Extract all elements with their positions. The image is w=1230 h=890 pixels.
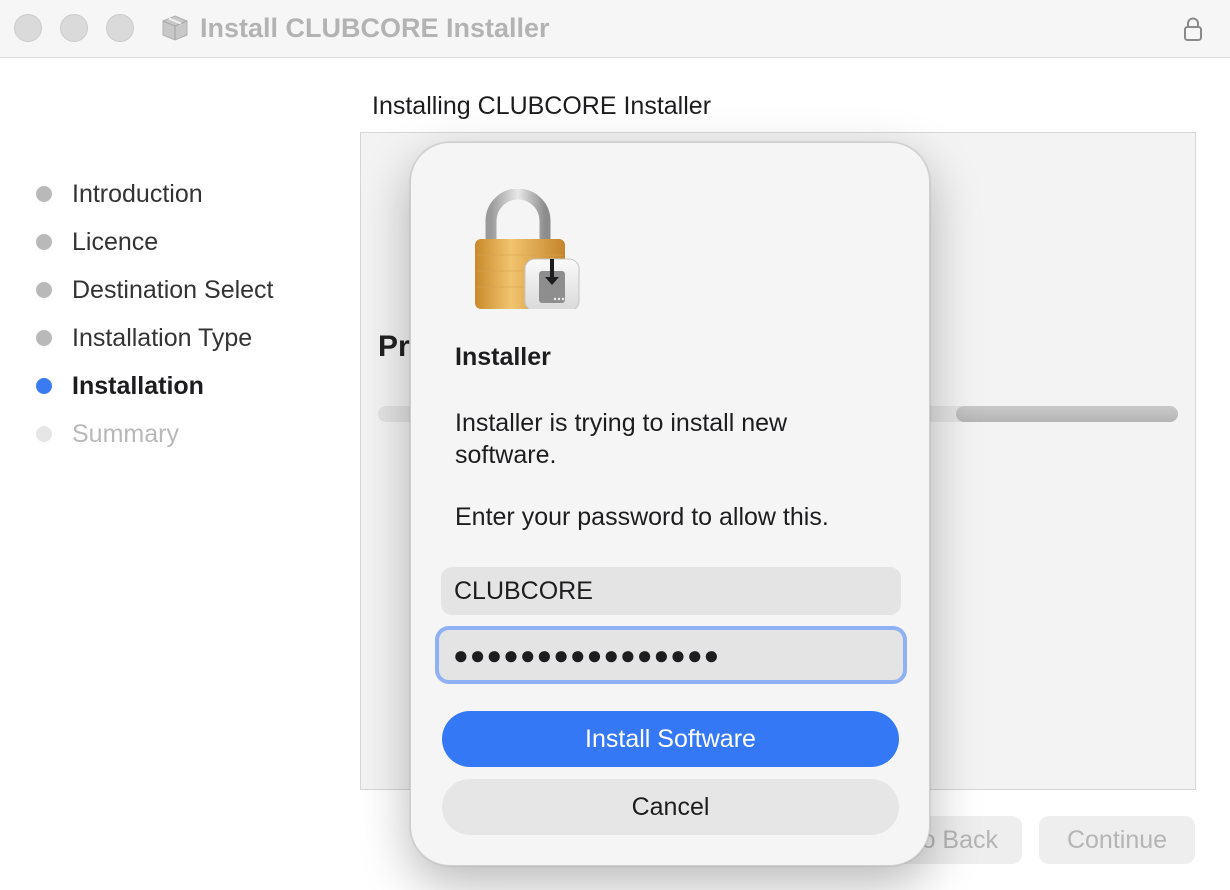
step-dot <box>36 234 52 250</box>
step-dot <box>36 426 52 442</box>
step-installation: Installation <box>0 368 350 404</box>
step-label: Summary <box>72 420 179 448</box>
password-field[interactable]: ●●●●●●●●●●●●●●●● <box>441 632 901 678</box>
username-field[interactable] <box>441 567 901 615</box>
step-dot <box>36 282 52 298</box>
password-field-focus-ring: ●●●●●●●●●●●●●●●● <box>435 626 907 684</box>
step-label: Destination Select <box>72 276 274 304</box>
step-label: Introduction <box>72 180 203 208</box>
step-introduction: Introduction <box>0 176 350 212</box>
step-dot-active <box>36 378 52 394</box>
step-label: Installation <box>72 372 204 400</box>
step-label: Licence <box>72 228 159 256</box>
dialog-title: Installer <box>455 343 551 371</box>
window-title: Install CLUBCORE Installer <box>200 13 550 43</box>
padlock-installer-icon <box>475 189 580 309</box>
step-destination-select: Destination Select <box>0 272 350 308</box>
title-bar: Install CLUBCORE Installer <box>0 0 1230 58</box>
page-title: Installing CLUBCORE Installer <box>372 92 712 120</box>
auth-dialog: Installer Installer is trying to install… <box>410 142 930 866</box>
install-status-text: Pr <box>378 330 410 363</box>
step-label: Installation Type <box>72 324 253 352</box>
continue-button[interactable]: Continue <box>1039 816 1195 864</box>
package-icon <box>162 15 188 41</box>
close-window-button[interactable] <box>14 14 42 42</box>
progress-bar-indicator <box>956 406 1178 422</box>
minimize-window-button[interactable] <box>60 14 88 42</box>
dialog-message: Installer is trying to install new softw… <box>455 409 788 469</box>
zoom-window-button[interactable] <box>106 14 134 42</box>
dialog-prompt: Enter your password to allow this. <box>455 503 829 531</box>
step-summary: Summary <box>0 416 350 452</box>
install-software-button[interactable]: Install Software <box>442 711 899 767</box>
step-installation-type: Installation Type <box>0 320 350 356</box>
cancel-button[interactable]: Cancel <box>442 779 899 835</box>
step-dot <box>36 186 52 202</box>
step-licence: Licence <box>0 224 350 260</box>
step-dot <box>36 330 52 346</box>
lock-icon <box>1184 17 1202 41</box>
